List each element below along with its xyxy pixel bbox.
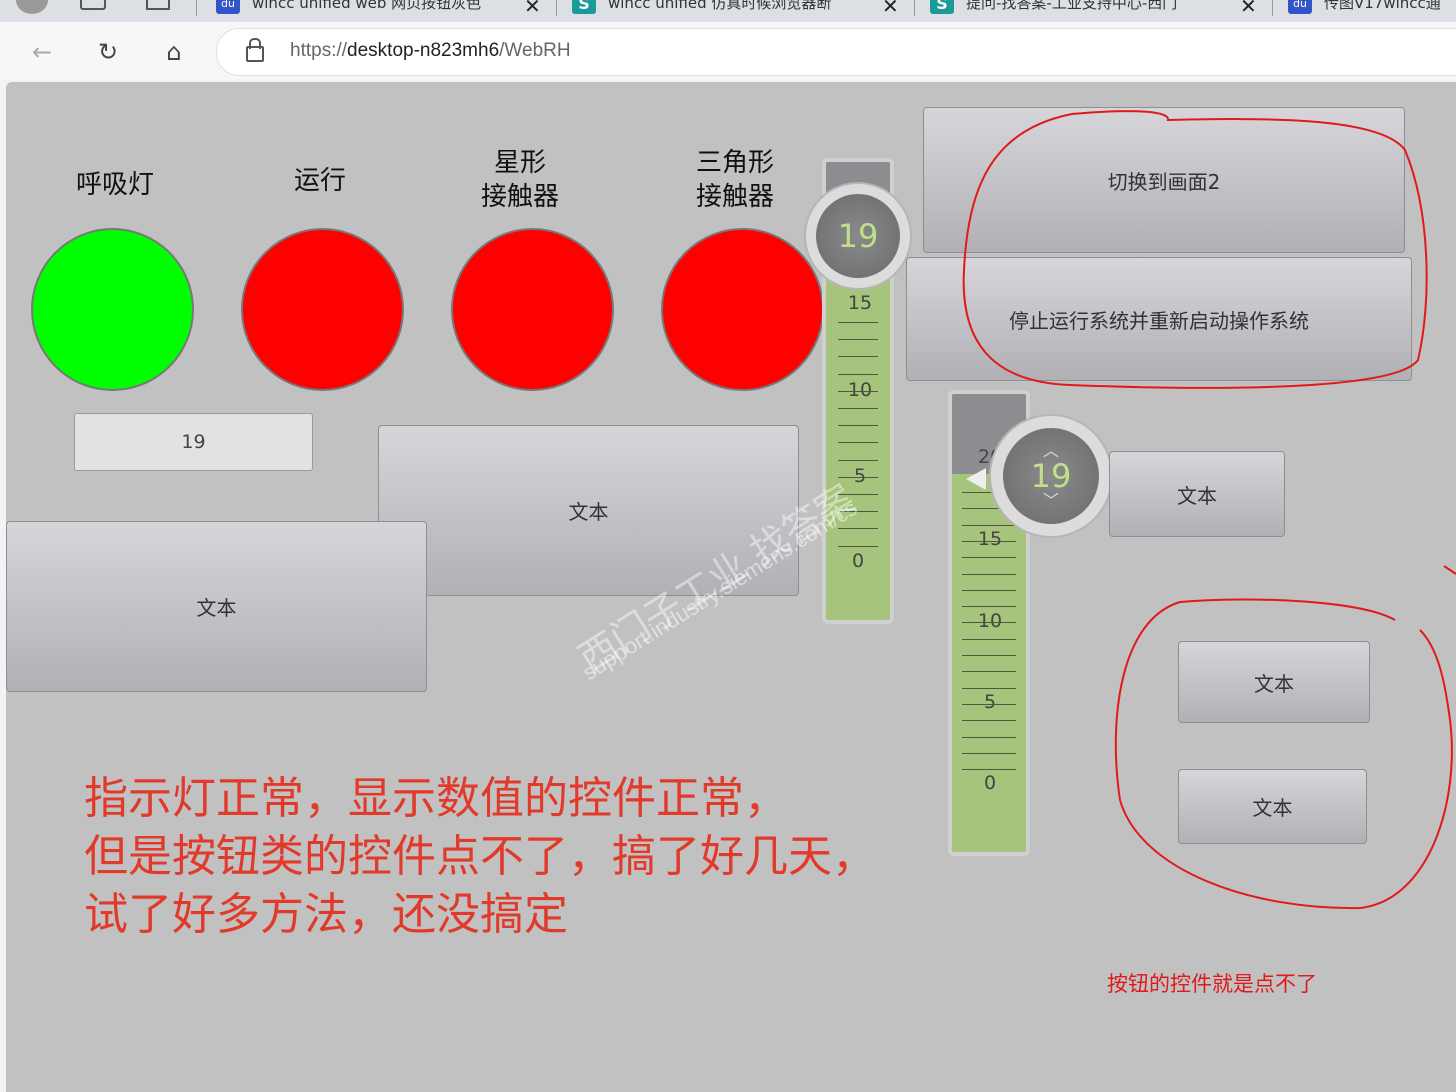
annotation-note: 指示灯正常，显示数值的控件正常， 但是按钮类的控件点不了，搞了好几天， 试了好多…: [84, 770, 876, 944]
annotation-note-small: 按钮的控件就是点不了: [1107, 972, 1317, 996]
annotation-circle-top: [962, 110, 1428, 389]
note-line-3: 试了好多方法，还没搞定: [84, 889, 568, 940]
note-line-1: 指示灯正常，显示数值的控件正常，: [84, 773, 788, 824]
annotation-circle-bottom: [1114, 598, 1453, 910]
note-line-2: 但是按钮类的控件点不了，搞了好几天，: [84, 831, 876, 882]
annotation-mark-edge: [1443, 565, 1456, 575]
